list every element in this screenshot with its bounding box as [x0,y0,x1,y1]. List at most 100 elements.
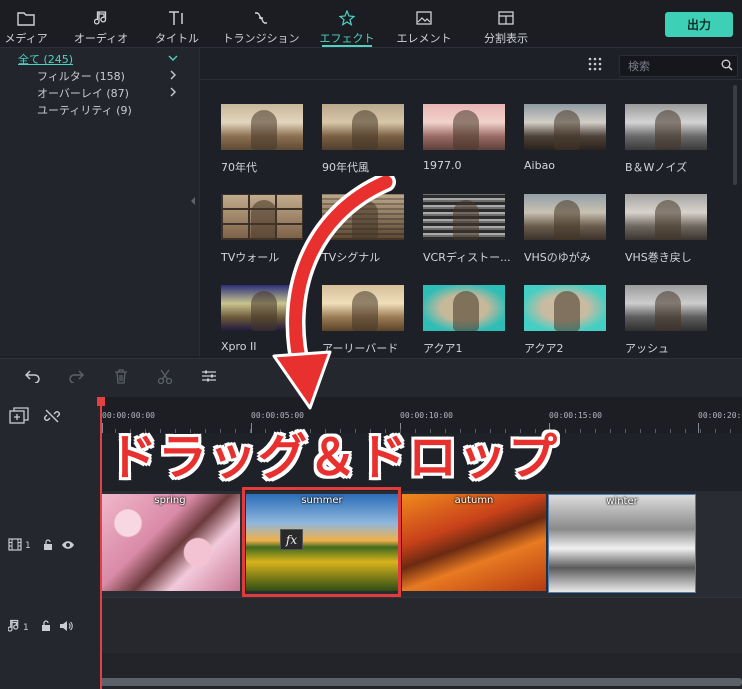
effect-thumbnail [625,194,707,240]
clip-spring[interactable]: spring [100,494,240,591]
tab-audio[interactable]: オーディオ [74,0,128,47]
search-box [619,55,738,77]
effect-item[interactable]: アクア2 [524,285,606,356]
effect-name: アクア1 [423,342,463,355]
effect-name: アクア2 [524,342,564,355]
collapse-panel-handle[interactable] [190,196,196,209]
effect-thumbnail [524,285,606,331]
effect-item[interactable]: VCRディストー... [423,194,511,265]
effect-name: 70年代 [221,161,257,174]
thumbnail-subject [655,110,681,150]
ruler-tick [698,423,699,433]
tab-media[interactable]: メディア [4,0,48,47]
effect-item[interactable]: アクア1 [423,285,505,356]
tab-split-screen[interactable]: 分割表示 [480,0,532,47]
effect-thumbnail [322,104,404,150]
adjust-sliders-icon[interactable] [201,369,217,386]
effect-name: VHSのゆがみ [524,251,591,264]
film-strip-icon [8,538,22,554]
music-note-icon [7,619,20,636]
top-toolbar: メディア オーディオ タイトル トランジション エフェクト エレメント 分割表示… [0,0,742,48]
active-tab-indicator [322,45,372,47]
category-label: フィルター (158) [37,70,125,83]
search-input[interactable] [626,58,720,75]
category-overlays[interactable]: オーバーレイ (87) [0,85,199,102]
effect-item[interactable]: Aibao [524,104,606,172]
ruler-tick [102,423,103,433]
clip-label: winter [606,496,638,507]
tab-label: メディア [4,32,48,45]
ruler-timecode: 00:00:20:00 [698,411,742,420]
effect-name: B＆Wノイズ [625,161,688,174]
cut-scissors-icon[interactable] [157,369,173,388]
search-icon[interactable] [721,59,733,74]
effects-scrollbar[interactable] [733,85,737,185]
effects-star-icon [339,9,355,27]
lock-icon[interactable] [41,620,51,635]
effect-item[interactable]: B＆Wノイズ [625,104,707,175]
effect-item[interactable]: 1977.0 [423,104,505,172]
add-track-icon[interactable] [9,407,29,428]
unlink-icon[interactable] [44,408,60,427]
drag-arrow-annotation [272,176,396,410]
undo-icon[interactable] [24,369,41,386]
audio-track[interactable] [100,597,742,654]
clip-autumn[interactable]: autumn [402,494,546,591]
effect-item[interactable]: VHS巻き戻し [625,194,707,265]
clip-label: autumn [454,495,494,506]
effect-thumbnail [625,104,707,150]
element-image-icon [416,9,432,27]
thumbnail-subject [554,110,580,150]
category-all[interactable]: 全て (245) [0,51,199,68]
video-track-header: 1 [8,538,75,554]
speaker-icon[interactable] [59,620,73,635]
thumbnail-subject [453,110,479,150]
clip-label: spring [154,495,186,506]
category-utility[interactable]: ユーティリティ (9) [0,102,199,119]
effect-item[interactable]: 70年代 [221,104,303,175]
effect-item[interactable]: VHSのゆがみ [524,194,606,265]
thumbnail-subject [251,110,277,150]
title-text-icon [168,9,186,27]
thumbnail-subject [554,291,580,331]
clip-winter[interactable]: winter [548,494,696,593]
redo-icon[interactable] [68,369,85,386]
effect-thumbnail [524,194,606,240]
export-button[interactable]: 出力 [665,12,733,37]
lock-icon[interactable] [43,538,53,554]
playhead-line[interactable] [100,402,102,689]
effect-item[interactable]: 90年代風 [322,104,404,175]
music-note-icon [94,9,108,27]
effect-thumbnail [524,104,606,150]
timeline-scrollbar[interactable] [100,678,742,686]
chevron-right-icon [168,85,178,102]
tab-label: エフェクト [319,32,375,45]
grid-view-icon[interactable] [588,57,602,74]
tab-transitions[interactable]: トランジション [223,0,300,47]
audio-track-number: 1 [23,622,29,633]
effect-thumbnail [423,194,505,240]
effect-name: VHS巻き戻し [625,251,692,264]
category-panel: 全て (245) フィルター (158) オーバーレイ (87) ユーティリティ… [0,48,200,356]
split-screen-icon [498,9,514,27]
tab-label: トランジション [222,32,300,45]
drag-and-drop-caption: ドラッグ＆ドロップ [108,429,559,486]
category-filters[interactable]: フィルター (158) [0,68,199,85]
thumbnail-subject [453,200,479,240]
tab-titles[interactable]: タイトル [155,0,199,47]
tab-elements[interactable]: エレメント [397,0,452,47]
effect-name: Aibao [524,159,556,172]
category-label: 全て (245) [18,53,74,66]
folder-icon [17,9,35,27]
eye-icon[interactable] [61,540,75,553]
effect-name: 1977.0 [423,159,462,172]
tab-label: エレメント [396,32,452,45]
tab-effects[interactable]: エフェクト [319,0,375,47]
delete-icon[interactable] [114,369,128,387]
effect-thumbnail [423,104,505,150]
drop-target-highlight [242,487,401,597]
playhead-handle[interactable] [97,397,105,406]
thumbnail-subject [352,110,378,150]
tab-label: 分割表示 [484,32,528,45]
effect-item[interactable]: アッシュ [625,285,707,356]
